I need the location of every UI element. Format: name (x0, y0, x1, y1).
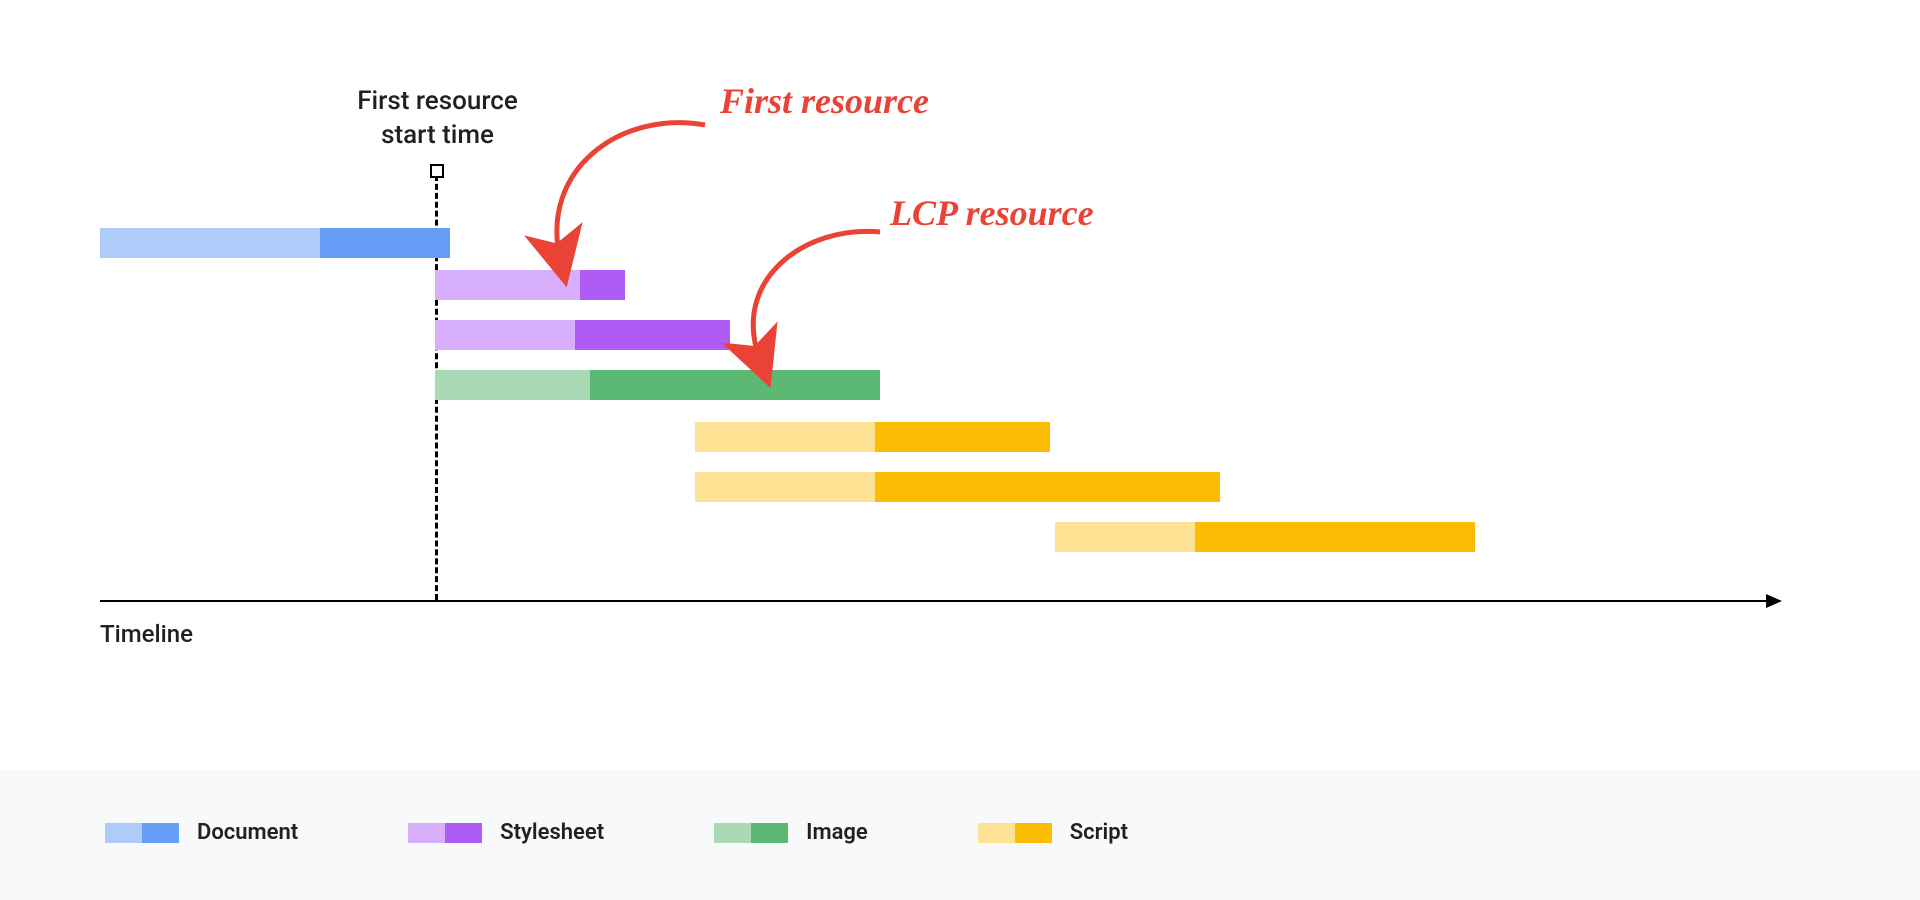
swatch-script-icon (978, 823, 1052, 843)
annotation-first-resource: First resource (720, 80, 929, 122)
diagram-canvas: First resource start time (0, 0, 1920, 900)
bar-script-3 (1055, 522, 1475, 552)
legend-label: Image (806, 820, 868, 845)
timeline-axis (100, 600, 1780, 602)
timeline-label: Timeline (100, 620, 193, 648)
marker-label-line2: start time (381, 120, 494, 150)
arrow-lcp-resource-icon (695, 220, 895, 375)
legend-label: Stylesheet (500, 820, 604, 845)
legend: Document Stylesheet Image (0, 770, 1920, 900)
legend-label: Document (197, 820, 298, 845)
legend-item-stylesheet: Stylesheet (408, 820, 604, 845)
legend-items: Document Stylesheet Image (105, 820, 1128, 845)
swatch-document-icon (105, 823, 179, 843)
bar-script-2 (695, 472, 1220, 502)
bar-stylesheet-2 (435, 320, 730, 350)
marker-label-line1: First resource (357, 86, 518, 116)
legend-item-script: Script (978, 820, 1128, 845)
bar-document (100, 228, 450, 258)
marker-handle-icon (430, 164, 444, 178)
waterfall-plot: First resource start time (100, 70, 1820, 630)
swatch-image-icon (714, 823, 788, 843)
legend-item-image: Image (714, 820, 868, 845)
swatch-stylesheet-icon (408, 823, 482, 843)
legend-label: Script (1070, 820, 1128, 845)
annotation-lcp-resource: LCP resource (890, 192, 1094, 234)
bar-script-1 (695, 422, 1050, 452)
legend-item-document: Document (105, 820, 298, 845)
bar-stylesheet-1 (435, 270, 625, 300)
